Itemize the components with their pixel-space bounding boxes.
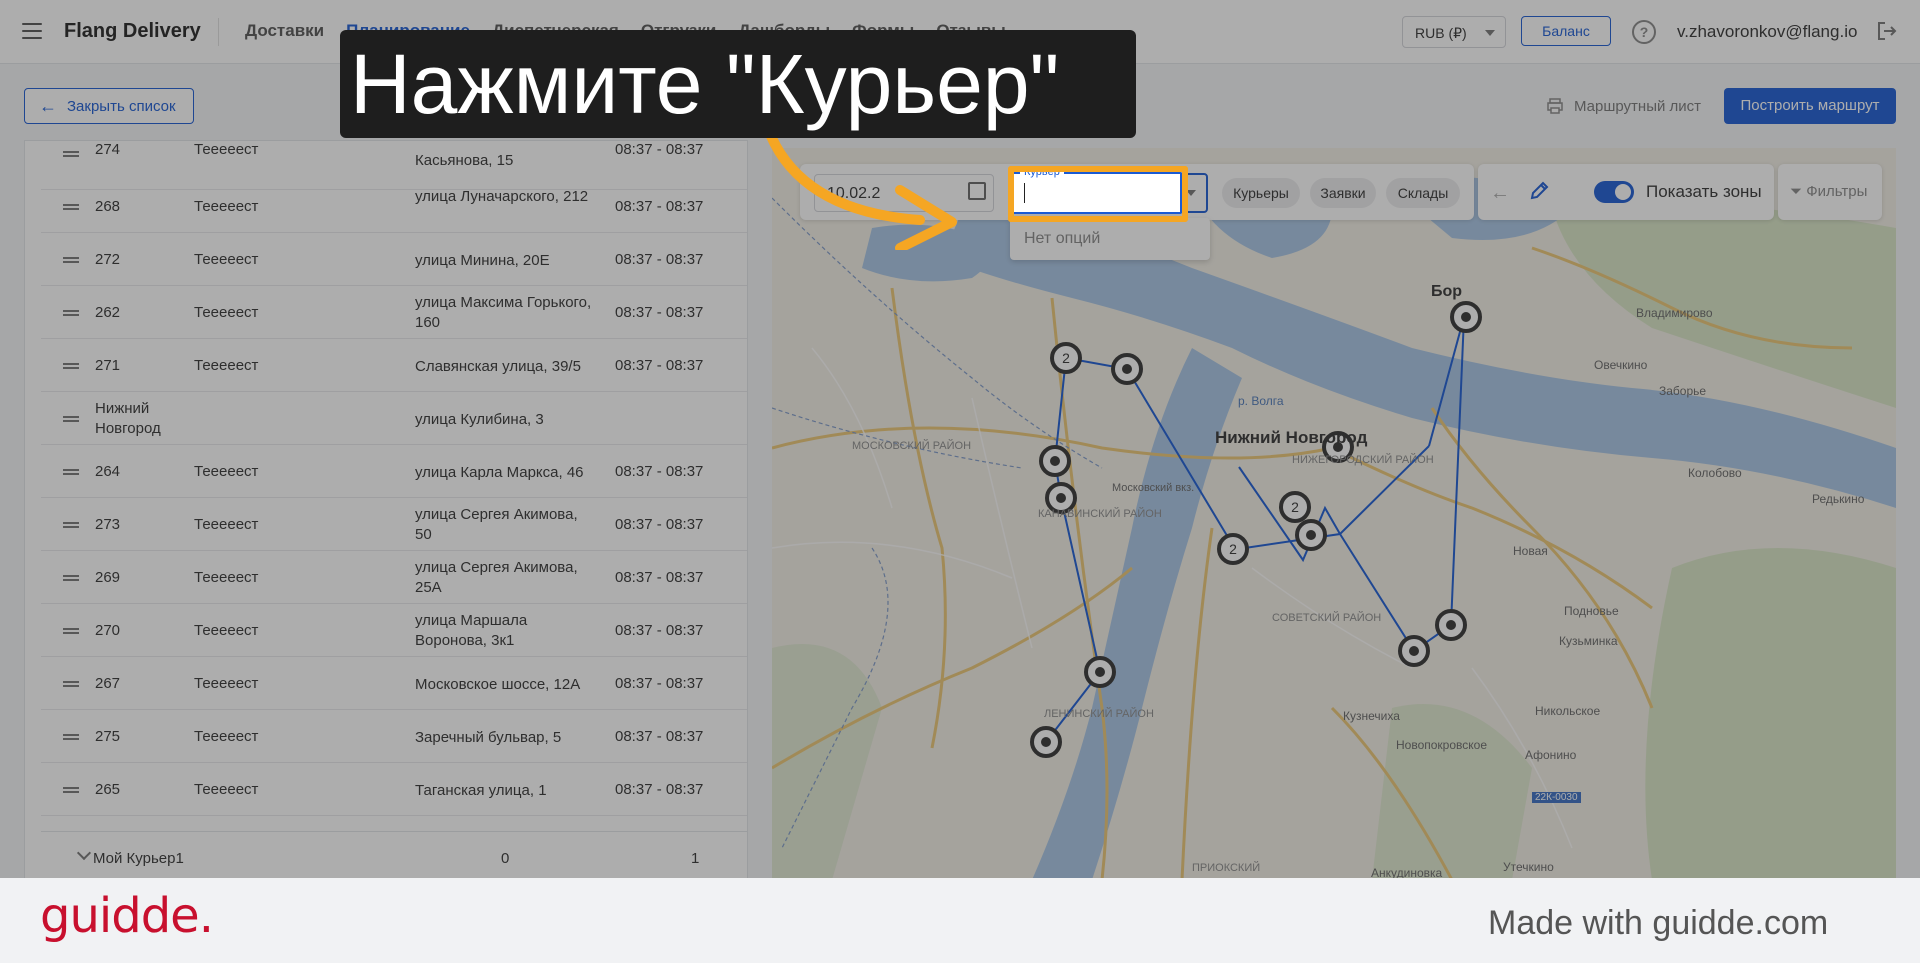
- guidde-credit: Made with guidde.com: [1488, 904, 1829, 942]
- tutorial-highlight-frame: [1008, 166, 1188, 222]
- guidde-logo: guidde.: [40, 888, 214, 944]
- tutorial-tooltip: Нажмите "Курьер": [340, 30, 1136, 138]
